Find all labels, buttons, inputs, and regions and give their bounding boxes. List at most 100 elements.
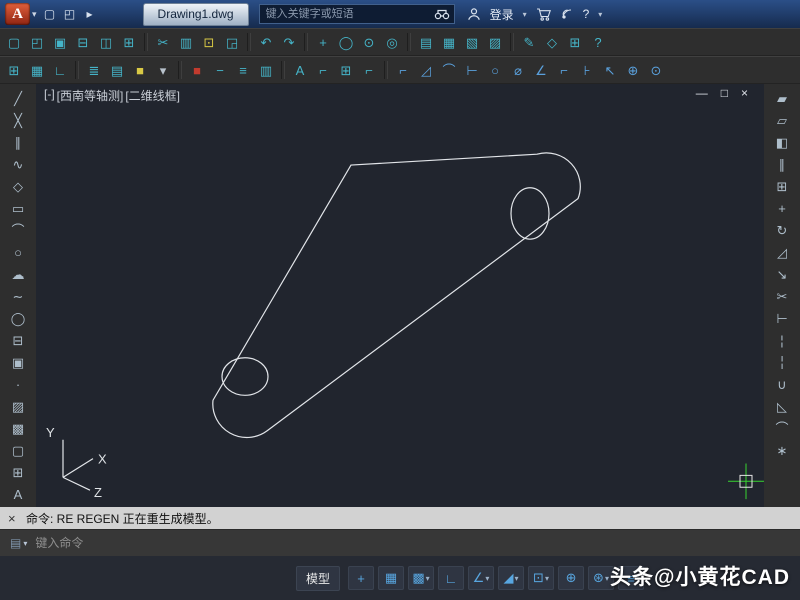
open-icon[interactable]: ◰ [61,7,79,21]
dim-linear-icon[interactable]: ⌐ [392,60,414,80]
revcloud-icon[interactable]: ☁ [7,264,29,284]
block-editor-icon[interactable]: ◇ [541,32,563,52]
fillet-icon[interactable]: ⌒ [771,418,793,438]
search-input[interactable] [264,7,434,21]
break-at-point-icon[interactable]: ¦ [771,330,793,350]
arc-icon[interactable]: ⌒ [7,220,29,240]
zoom-window-icon[interactable]: ⊙ [358,32,380,52]
stay-connected-icon[interactable] [561,8,574,20]
multileader-icon[interactable]: ↖ [599,60,621,80]
gradient-icon[interactable]: ▩ [7,418,29,438]
color-control-swatch[interactable]: ■ [186,60,208,80]
plot-preview-icon[interactable]: ◫ [95,32,117,52]
region-icon[interactable]: ▢ [7,440,29,460]
dim-ordinate-icon[interactable]: ⊢ [461,60,483,80]
add-layout-icon[interactable]: + [348,566,374,590]
command-input[interactable] [33,535,800,551]
command-customize-icon[interactable]: ▤ ▾ [10,536,27,550]
insert-block-icon[interactable]: ⊟ [7,330,29,350]
hatch-icon[interactable]: ▨ [7,396,29,416]
help-dropdown-arrow-icon[interactable]: ▾ [598,10,602,19]
help-icon[interactable]: ? [587,32,609,52]
line-icon[interactable]: ╱ [7,88,29,108]
save-icon[interactable]: ▣ [49,32,71,52]
app-store-cart-icon[interactable] [536,8,552,21]
match-properties-icon[interactable]: ◲ [221,32,243,52]
ellipse-icon[interactable]: ◯ [7,308,29,328]
polar-tracking-icon[interactable]: ∠▾ [468,566,494,590]
osnap-icon[interactable]: ⊡▾ [528,566,554,590]
sheet-set-manager-icon[interactable]: ▨ [484,32,506,52]
copy-icon[interactable]: ▱ [771,110,793,130]
copy-clip-icon[interactable]: ▥ [175,32,197,52]
minimize-icon[interactable]: — [696,86,708,100]
open-icon[interactable]: ◰ [26,32,48,52]
dim-diameter-icon[interactable]: ⌀ [507,60,529,80]
lineweight-control-icon[interactable]: ≡ [232,60,254,80]
visual-style-menu[interactable]: [二维线框] [125,87,180,104]
polyline-icon[interactable]: ∿ [7,154,29,174]
dim-aligned-icon[interactable]: ◿ [415,60,437,80]
new-drawing-icon[interactable]: ▢ [3,32,25,52]
ucs-axes-icon[interactable] [63,440,93,490]
qnew-icon[interactable]: ▢ [41,7,59,21]
qat-expand-icon[interactable]: ▸ [81,7,99,21]
chamfer-icon[interactable]: ◺ [771,396,793,416]
drawing-canvas[interactable]: Y X Z [-] [西南等轴测] [二维线框] — □ × [36,84,764,507]
snap-to-grid-icon[interactable]: ⊞ [3,60,25,80]
tool-palettes-icon[interactable]: ▧ [461,32,483,52]
mleader-style-icon[interactable]: ⌐ [358,60,380,80]
layers-icon[interactable]: ≣ [83,60,105,80]
view-direction-menu[interactable]: [西南等轴测] [57,87,124,104]
gasket-hole-bottom[interactable] [222,358,268,396]
app-menu-button[interactable]: A ▾ [5,3,37,25]
undo-icon[interactable]: ↶ [255,32,277,52]
annotation-visibility-icon[interactable]: ⊕ [558,566,584,590]
linetype-control-icon[interactable]: − [209,60,231,80]
markup-icon[interactable]: ✎ [518,32,540,52]
explode-icon[interactable]: ∗ [771,440,793,460]
extend-icon[interactable]: ⊢ [771,308,793,328]
cut-icon[interactable]: ✂ [152,32,174,52]
point-icon[interactable]: · [7,374,29,394]
layer-dropdown-icon[interactable]: ▾ [152,60,174,80]
plot-icon[interactable]: ⊟ [72,32,94,52]
join-icon[interactable]: ∪ [771,374,793,394]
properties-palette-icon[interactable]: ▤ [415,32,437,52]
layer-color-swatch[interactable]: ■ [129,60,151,80]
designcenter-icon[interactable]: ▦ [438,32,460,52]
text-style-icon[interactable]: A [289,60,311,80]
rotate-icon[interactable]: ↻ [771,220,793,240]
search-binoculars-icon[interactable] [434,8,450,20]
quickcalc-icon[interactable]: ⊞ [564,32,586,52]
mtext-icon[interactable]: A [7,484,29,504]
trim-icon[interactable]: ✂ [771,286,793,306]
grid-display-icon[interactable]: ▦ [26,60,48,80]
document-tab[interactable]: Drawing1.dwg [143,3,249,26]
zoom-realtime-icon[interactable]: ◯ [335,32,357,52]
help-button[interactable]: ? [583,7,590,21]
polygon-icon[interactable]: ◇ [7,176,29,196]
viewport-menu[interactable]: [-] [44,87,55,104]
isodraft-icon[interactable]: ◢▾ [498,566,524,590]
zoom-previous-icon[interactable]: ◎ [381,32,403,52]
construction-line-icon[interactable]: ╳ [7,110,29,130]
grid-icon[interactable]: ▦ [378,566,404,590]
close-icon[interactable]: × [741,86,748,100]
table-icon[interactable]: ⊞ [7,462,29,482]
offset-icon[interactable]: ∥ [771,154,793,174]
table-style-icon[interactable]: ⊞ [335,60,357,80]
stretch-icon[interactable]: ↘ [771,264,793,284]
signin-dropdown-arrow-icon[interactable]: ▾ [523,10,527,19]
publish-icon[interactable]: ⊞ [118,32,140,52]
dim-style-icon[interactable]: ⌐ [312,60,334,80]
pan-icon[interactable]: + [312,32,334,52]
tolerance-icon[interactable]: ⊕ [622,60,644,80]
dim-continue-icon[interactable]: ⊦ [576,60,598,80]
snap-icon[interactable]: ▩▾ [408,566,434,590]
layer-states-icon[interactable]: ▤ [106,60,128,80]
move-icon[interactable]: + [771,198,793,218]
circle-icon[interactable]: ○ [7,242,29,262]
center-mark-icon[interactable]: ⊙ [645,60,667,80]
dim-angular-icon[interactable]: ∠ [530,60,552,80]
